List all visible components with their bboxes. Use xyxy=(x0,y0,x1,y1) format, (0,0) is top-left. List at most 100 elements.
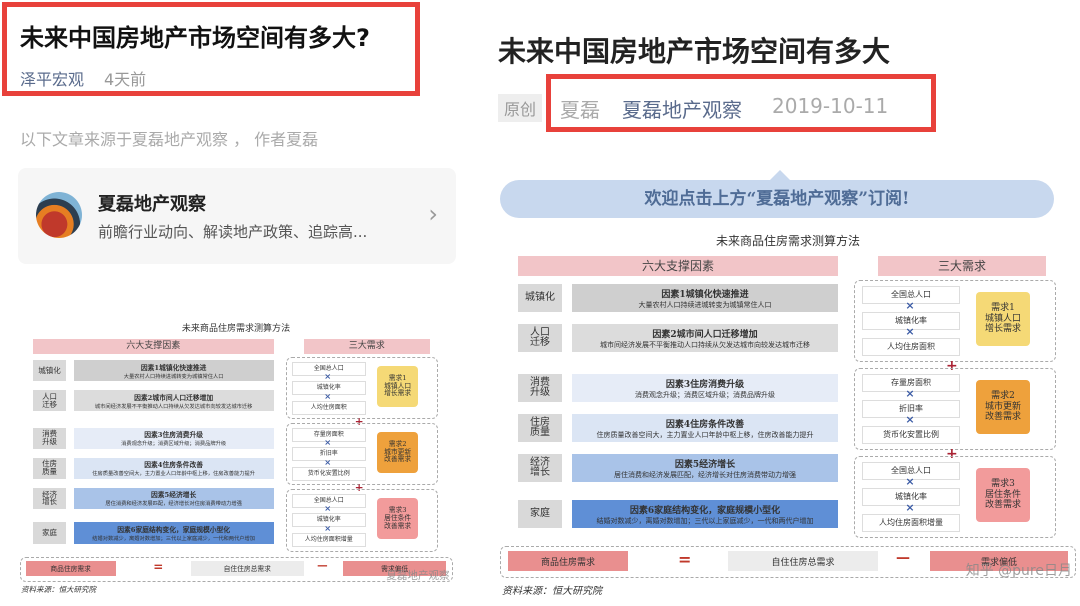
factor-bar: 因素3住房消费升级 消费观念升级；消费区域升级；消费品牌升级 xyxy=(572,374,838,402)
left-title-highlight-box xyxy=(2,2,420,96)
factor-title: 因素2城市间人口迁移增加 xyxy=(652,329,758,340)
equals-icon: = xyxy=(153,560,164,575)
factor-label: 城镇化 xyxy=(518,284,562,312)
account-avatar xyxy=(36,192,82,238)
factor-label: 人口 迁移 xyxy=(33,390,67,412)
factor-label: 住房 质量 xyxy=(518,414,562,442)
factor-desc: 大量农村人口持续进城转变为城镇常住人口 xyxy=(638,300,772,309)
factor-title: 因素1城镇化快速推进 xyxy=(140,363,207,372)
demand-input: 人均住房面积 xyxy=(862,338,960,356)
multiply-icon: × xyxy=(905,325,915,338)
right-article-title: 未来中国房地产市场空间有多大 xyxy=(498,35,891,68)
diagram-title: 未来商品住房需求测算方法 xyxy=(181,324,291,334)
minus-icon: — xyxy=(317,560,328,573)
demand-result: 需求1 城镇人口 增长需求 xyxy=(976,292,1030,346)
demands-header: 三大需求 xyxy=(303,339,430,355)
factor-bar: 因素1城镇化快速推进 大量农村人口持续进城转变为城镇常住人口 xyxy=(572,284,838,312)
factor-title: 因素5经济增长 xyxy=(674,459,736,470)
factor-title: 因素6家庭结构变化，家庭规模小型化 xyxy=(629,505,781,516)
multiply-icon: × xyxy=(905,299,915,312)
demand-result: 需求3 居住条件 改善需求 xyxy=(976,468,1030,522)
factor-title: 因素3住房消费升级 xyxy=(144,431,203,440)
left-source-intro: 以下文章来源于夏磊地产观察 ， 作者夏磊 xyxy=(20,130,319,149)
factor-title: 因素4住房条件改善 xyxy=(665,419,745,430)
account-card[interactable]: 夏磊地产观察 前瞻行业动向、解读地产政策、追踪高... › xyxy=(18,168,456,264)
factor-bar: 因素5经济增长 居住消费和经济发展匹配，经济增长对住房消费带动力增强 xyxy=(73,487,274,509)
multiply-icon: × xyxy=(324,437,332,448)
demand-input: 人均住房面积增量 xyxy=(862,514,960,532)
diagram-title: 未来商品住房需求测算方法 xyxy=(715,234,860,248)
equals-icon: = xyxy=(678,550,692,569)
factor-label: 家庭 xyxy=(33,522,67,544)
account-description: 前瞻行业动向、解读地产政策、追踪高... xyxy=(98,223,368,241)
factor-title: 因素3住房消费升级 xyxy=(665,379,745,390)
factor-label: 人口 迁移 xyxy=(518,324,562,352)
factor-desc: 城市间经济发展不平衡推动人口持续从欠发达城市向较发达城市迁移 xyxy=(600,340,810,349)
demand-result: 需求3 居住条件 改善需求 xyxy=(377,498,418,539)
demand-input: 人均住房面积 xyxy=(291,400,366,415)
right-demand-diagram: 未来商品住房需求测算方法 六大支撑因素 三大需求 城镇化 因素1城镇化快速推进 大量农村人… xyxy=(498,228,1078,600)
right-meta-highlight-box xyxy=(546,74,936,132)
factor-title: 因素4住房条件改善 xyxy=(144,461,203,470)
demand-input: 货币化安置比例 xyxy=(862,426,960,444)
multiply-icon: × xyxy=(905,413,915,426)
minus-icon: — xyxy=(896,550,910,566)
factor-desc: 大量农村人口持续进城转变为城镇常住人口 xyxy=(123,373,224,380)
factor-bar: 因素6家庭结构变化，家庭规模小型化 结婚对数减少，离婚对数增加；三代以上家庭减少，… xyxy=(572,500,838,528)
right-article-panel: 未来中国房地产市场空间有多大 原创 夏磊 夏磊地产观察 2019-10-11 欢… xyxy=(470,0,1080,606)
multiply-icon: × xyxy=(324,522,332,533)
multiply-icon: × xyxy=(324,390,332,401)
factor-title: 因素5经济增长 xyxy=(151,491,197,500)
factor-label: 经济 增长 xyxy=(518,454,562,482)
factor-desc: 住房质量改善空间大，主力置业人口年龄中枢上移，住房改善能力提升 xyxy=(92,471,255,478)
factor-desc: 城市间经济发展不平衡推动人口持续从欠发达城市向较发达城市迁移 xyxy=(94,403,253,410)
factor-label: 城镇化 xyxy=(33,360,67,382)
factor-label: 经济 增长 xyxy=(33,487,67,509)
factor-desc: 消费观念升级；消费区域升级；消费品牌升级 xyxy=(121,441,227,448)
left-demand-diagram: 未来商品住房需求测算方法 六大支撑因素 三大需求 城镇化 因素1城镇化快速推进 大量农村人… xyxy=(18,318,454,602)
multiply-icon: × xyxy=(905,475,915,488)
factor-desc: 消费观念升级；消费区域升级；消费品牌升级 xyxy=(635,390,775,399)
factor-desc: 居住消费和经济发展匹配，经济增长对住房消费带动力增强 xyxy=(614,470,796,479)
factors-header: 六大支撑因素 xyxy=(518,256,838,276)
factor-title: 因素1城镇化快速推进 xyxy=(661,289,749,300)
multiply-icon: × xyxy=(905,387,915,400)
factor-desc: 结婚对数减少，离婚对数增加；三代以上家庭减少，一代和两代户增加 xyxy=(596,516,814,525)
self-use-demand: 自住住房总需求 xyxy=(728,551,878,571)
demand-result: 需求2 城市更新 改善需求 xyxy=(976,380,1030,434)
factor-label: 消费 升级 xyxy=(33,427,67,449)
factor-label: 消费 升级 xyxy=(518,374,562,402)
factor-title: 因素6家庭结构变化，家庭规模小型化 xyxy=(117,525,230,534)
factor-desc: 结婚对数减少，离婚对数增加；三代以上家庭减少，一代和两代户增加 xyxy=(92,535,255,542)
demand-result: 需求2 城市更新 改善需求 xyxy=(377,432,418,473)
factor-label: 住房 质量 xyxy=(33,457,67,479)
demands-header: 三大需求 xyxy=(878,256,1046,276)
factor-title: 因素2城市间人口迁移增加 xyxy=(134,393,214,402)
account-name: 夏磊地产观察 xyxy=(98,194,206,215)
factor-desc: 住房质量改善空间大，主力置业人口年龄中枢上移，住房改善能力提升 xyxy=(596,430,814,439)
demand-input: 货币化安置比例 xyxy=(291,466,366,481)
multiply-icon: × xyxy=(905,501,915,514)
factor-bar: 因素6家庭结构变化，家庭规模小型化 结婚对数减少，离婚对数增加；三代以上家庭减少，… xyxy=(73,522,274,544)
diagram-source: 资料来源：恒大研究院 xyxy=(21,585,96,595)
demand-input: 人均住房面积增量 xyxy=(291,532,366,547)
original-badge: 原创 xyxy=(498,94,543,122)
multiply-icon: × xyxy=(324,371,332,382)
self-use-demand: 自住住房总需求 xyxy=(190,560,304,576)
total-housing-demand: 商品住房需求 xyxy=(25,560,116,576)
subscribe-banner[interactable]: 欢迎点击上方“夏磊地产观察”订阅! xyxy=(500,170,1054,218)
factor-bar: 因素1城镇化快速推进 大量农村人口持续进城转变为城镇常住人口 xyxy=(73,360,274,382)
factor-bar: 因素4住房条件改善 住房质量改善空间大，主力置业人口年龄中枢上移，住房改善能力提升 xyxy=(73,457,274,479)
factor-desc: 居住消费和经济发展匹配，经济增长对住房消费带动力增强 xyxy=(105,501,242,508)
chevron-right-icon: › xyxy=(428,200,438,228)
factor-bar: 因素5经济增长 居住消费和经济发展匹配，经济增长对住房消费带动力增强 xyxy=(572,454,838,482)
diagram-source: 资料来源：恒大研究院 xyxy=(502,586,602,597)
factor-bar: 因素2城市间人口迁移增加 城市间经济发展不平衡推动人口持续从欠发达城市向较发达城市… xyxy=(73,390,274,412)
watermark-text: 夏磊地产观察 xyxy=(386,569,450,582)
left-article-panel: 未来中国房地产市场空间有多大? 泽平宏观 4天前 以下文章来源于夏磊地产观察 ，… xyxy=(0,0,470,606)
factor-bar: 因素2城市间人口迁移增加 城市间经济发展不平衡推动人口持续从欠发达城市向较发达城市… xyxy=(572,324,838,352)
multiply-icon: × xyxy=(324,503,332,514)
factor-bar: 因素4住房条件改善 住房质量改善空间大，主力置业人口年龄中枢上移，住房改善能力提升 xyxy=(572,414,838,442)
total-housing-demand: 商品住房需求 xyxy=(508,551,628,571)
demand-result: 需求1 城镇人口 增长需求 xyxy=(377,366,418,407)
